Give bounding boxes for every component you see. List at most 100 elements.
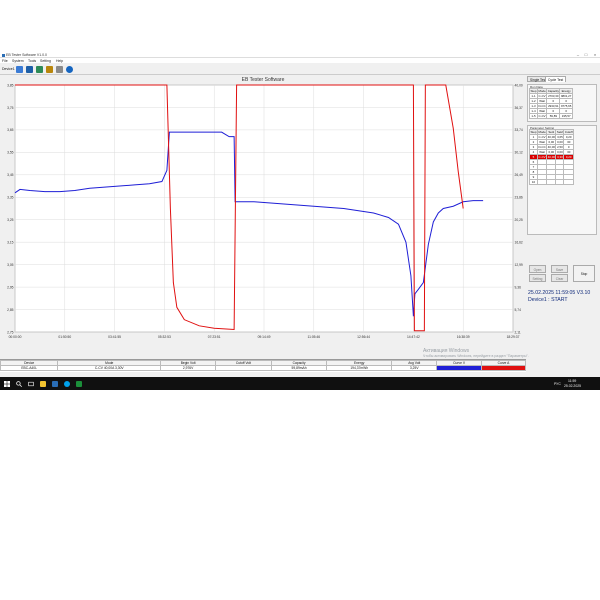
curve-v-swatch[interactable]	[436, 365, 482, 371]
left-axis-tick-label: 3,75	[7, 106, 14, 110]
menu-system[interactable]: System	[12, 59, 24, 63]
right-axis-tick-label: 36,37	[515, 106, 523, 110]
x-axis-tick-label: 18:29:37	[507, 335, 520, 339]
info-device: EBC-A40L	[0, 365, 59, 371]
run-cell: 1-5	[529, 113, 538, 119]
run-cell: C-CV	[536, 93, 548, 99]
windows-activation-watermark: Активация Windows Чтобы активировать Win…	[423, 349, 529, 359]
open-button[interactable]: Open	[529, 265, 546, 273]
language-indicator[interactable]: РУС	[554, 382, 561, 386]
info-table: Device Mode Begin Volt Cutoff Volt Capac…	[0, 359, 527, 372]
table-row[interactable]: 10	[529, 179, 575, 185]
stop-button[interactable]: Stop	[573, 265, 595, 282]
x-axis-tick-label: 05:32:53	[158, 335, 171, 339]
right-axis-tick-label: 9,36	[515, 285, 522, 289]
run-header-mode: Mode	[536, 88, 548, 94]
x-axis-tick-label: 01:50:50	[58, 335, 71, 339]
app-icon[interactable]	[76, 380, 82, 387]
run-header-capacity: Capacity	[546, 88, 561, 94]
param-cell: D-CC	[536, 144, 548, 150]
tools-icon[interactable]	[46, 65, 53, 73]
tab-cycle-test[interactable]: Cycle Test	[545, 76, 567, 82]
param-cell: 2,50	[555, 144, 565, 150]
run-cell: 2933,91	[546, 103, 561, 109]
right-axis-tick-label: 5,74	[515, 308, 522, 312]
status-device: Device1 : START	[528, 297, 568, 303]
status-time: 25.02.2025 11:59:05 V3.10	[528, 290, 591, 296]
save-button[interactable]: Save	[551, 265, 568, 273]
search-icon[interactable]	[16, 380, 22, 387]
menu-setting[interactable]: Setting	[40, 59, 51, 63]
right-axis-tick-label: 23,86	[515, 196, 523, 200]
device-label: Device1	[2, 67, 15, 71]
run-cell: C-CV	[536, 113, 548, 119]
x-axis-tick-label: 16:38:39	[457, 335, 470, 339]
app-icon	[1, 53, 5, 57]
setting-button[interactable]: Setting	[529, 274, 546, 282]
clear-button[interactable]: Clear	[551, 274, 568, 282]
browser-icon[interactable]	[64, 380, 70, 387]
left-axis-tick-label: 2,95	[7, 285, 14, 289]
param-cell: C-CV	[536, 134, 548, 140]
right-axis-tick-label: 40,00	[515, 83, 523, 87]
chart-area: EB Tester Software 3,85 3,75 3,65 3,55 3,45 3…	[0, 75, 526, 375]
search-icon[interactable]	[56, 65, 63, 73]
right-axis-tick-label: 26,49	[515, 173, 523, 177]
info-icon[interactable]	[66, 65, 73, 73]
right-axis-tick-label: 33,74	[515, 128, 523, 132]
info-begin-volt: 2,976V	[160, 365, 217, 371]
run-data-table: Step Mode Capacity Energy 1-1 C-CV 2703,…	[529, 88, 573, 119]
clock-time[interactable]: 11:59	[568, 379, 576, 383]
run-cell: 59,89	[546, 113, 561, 119]
menu-help[interactable]: Help	[56, 59, 63, 63]
table-row[interactable]: 1-5 C-CV 59,89 195,57	[529, 113, 573, 119]
info-avg-volt: 3,25V	[391, 365, 438, 371]
taskbar: РУС 11:59 25.02.2025	[0, 377, 600, 390]
right-axis-tick-label: 16,62	[515, 240, 523, 244]
table-row[interactable]: 1-1 C-CV 2703,30 9801,27	[529, 93, 573, 99]
left-axis-tick-label: 3,05	[7, 263, 14, 267]
chart-svg: 3,85 3,75 3,65 3,55 3,45 3,35 3,25 3,15 3,05 2,95…	[7, 83, 523, 339]
left-axis-tick-label: 3,85	[7, 83, 14, 87]
x-axis-tick-label: 00:00:00	[9, 335, 22, 339]
x-axis-tick-label: 07:23:51	[208, 335, 221, 339]
info-cutoff-volt	[215, 365, 272, 371]
right-panel: Single Test Cycle Test Run Data Step Mod…	[526, 75, 600, 375]
left-axis-tick-label: 2,85	[7, 308, 14, 312]
save-icon[interactable]	[26, 65, 33, 73]
task-view-icon[interactable]	[28, 381, 34, 387]
left-axis-tick-label: 3,35	[7, 196, 14, 200]
info-capacity: 59,89mAh	[270, 365, 328, 371]
window-title: EB Tester Software V1.0.0	[6, 53, 47, 57]
right-axis-tick-label: 20,25	[515, 218, 523, 222]
run-cell: 9801,27	[559, 93, 573, 99]
table-row[interactable]: 1-3 D-CC 2933,91 9775,65	[529, 103, 573, 109]
x-axis-tick-label: 09:14:49	[258, 335, 271, 339]
parameter-setting-group: Parameter Setting Step Mode Set1 Set2 Cu…	[527, 125, 597, 235]
param-cell: 40,00	[546, 144, 557, 150]
x-axis-tick-label: 14:47:42	[407, 335, 420, 339]
clock-date[interactable]: 25.02.2025	[564, 384, 581, 388]
run-data-group: Run Data Step Mode Capacity Energy 1-1 C…	[527, 84, 597, 122]
windows-start-icon[interactable]	[4, 380, 10, 387]
menu-tools[interactable]: Tools	[28, 59, 36, 63]
param-cell	[546, 179, 557, 185]
run-cell: D-CC	[536, 103, 548, 109]
connect-icon[interactable]	[16, 65, 23, 73]
left-axis-tick-label: 3,55	[7, 151, 14, 155]
param-header-set2: Set2	[555, 129, 565, 135]
eb-tester-app-icon[interactable]	[52, 380, 58, 387]
left-axis-tick-label: 3,15	[7, 240, 14, 244]
param-header-step: Step	[529, 129, 538, 135]
left-axis-tick-label: 3,25	[7, 218, 14, 222]
param-cell: 40,00	[546, 134, 557, 140]
param-cell	[563, 179, 575, 185]
left-axis-tick-label: 3,45	[7, 173, 14, 177]
run-cell: 9775,65	[559, 103, 573, 109]
file-explorer-icon[interactable]	[40, 380, 46, 387]
watermark-line2: Чтобы активировать Windows, перейдите в …	[423, 354, 529, 358]
print-icon[interactable]	[36, 65, 43, 73]
left-axis-tick-label: 2,75	[7, 330, 14, 334]
menu-file[interactable]: File	[2, 59, 8, 63]
curve-a-swatch[interactable]	[480, 365, 527, 371]
